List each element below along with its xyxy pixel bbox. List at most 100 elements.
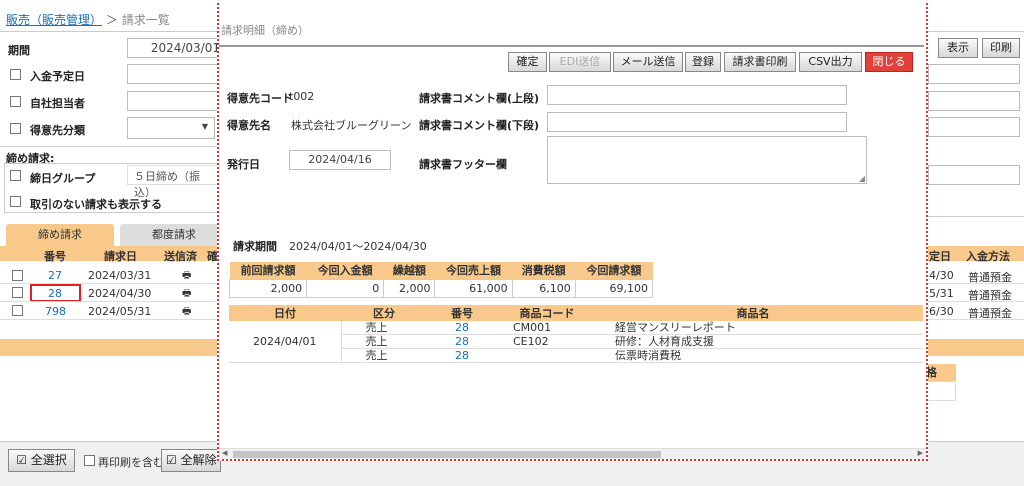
closing-group-checkbox[interactable]: [10, 170, 21, 181]
detail-header-row: 日付 区分 番号 商品コード 商品名: [229, 305, 923, 321]
right-input-3[interactable]: [928, 117, 1020, 137]
summary-header: 消費税額: [512, 262, 576, 279]
summary-value: 6,100: [511, 278, 576, 298]
detail-code: CE102: [497, 334, 597, 349]
customer-name-label: 得意先名: [227, 119, 271, 132]
row-date: 2024/05/31: [88, 305, 152, 318]
customer-class-select[interactable]: ▼: [127, 117, 215, 139]
billing-period-value: 2024/04/01～2024/04/30: [289, 240, 427, 253]
detail-code: [497, 348, 597, 363]
breadcrumb-link-sales[interactable]: 販売（販売管理）: [6, 13, 102, 27]
staff-checkbox[interactable]: [10, 96, 21, 107]
payment-due-input[interactable]: [127, 64, 227, 84]
detail-header-extra: [909, 305, 923, 321]
deselect-all-button[interactable]: ☑ 全解除: [161, 449, 221, 472]
select-all-label: 全選択: [30, 453, 67, 467]
row-checkbox[interactable]: [12, 287, 23, 298]
print-button[interactable]: 印刷: [982, 38, 1020, 58]
detail-number-link[interactable]: 28: [455, 321, 469, 334]
table-row[interactable]: 2024/04/01 売上 28 CM001 経営マンスリーレポート: [229, 321, 923, 363]
period-start-input[interactable]: 2024/03/01: [127, 38, 227, 58]
select-all-button[interactable]: ☑ 全選択: [8, 449, 75, 472]
show-no-trans-checkbox[interactable]: [10, 196, 21, 207]
checkbox-icon: ☑: [166, 453, 177, 467]
detail-date: 2024/04/01: [229, 321, 342, 363]
comment-bottom-input[interactable]: [547, 112, 847, 132]
detail-kind: 売上: [341, 321, 427, 335]
summary-header: 今回入金額: [306, 262, 384, 279]
comment-top-input[interactable]: [547, 85, 847, 105]
row-checkbox[interactable]: [12, 305, 23, 316]
footer-textarea[interactable]: ◢: [547, 136, 867, 184]
summary-value: 2,000: [228, 278, 308, 298]
payment-due-label: 入金予定日: [30, 70, 85, 83]
tab-closing[interactable]: 締め請求: [6, 224, 114, 246]
row-checkbox[interactable]: [12, 270, 23, 281]
deselect-all-label: 全解除: [180, 453, 217, 467]
print-invoice-button[interactable]: 請求書印刷: [724, 52, 796, 72]
summary-value: 61,000: [434, 278, 513, 298]
detail-number-link[interactable]: 28: [455, 349, 469, 362]
display-button[interactable]: 表示: [938, 38, 978, 58]
resize-handle-icon[interactable]: ◢: [859, 174, 865, 183]
closing-group-label: 締日グループ: [30, 172, 96, 185]
issue-date-label: 発行日: [227, 158, 260, 171]
closing-group-select[interactable]: ５日締め（振込）: [127, 165, 219, 199]
dialog-title: 請求明細（締め）: [221, 24, 309, 37]
comment-bottom-label: 請求書コメント欄(下段): [419, 119, 540, 132]
summary-header: 今回請求額: [575, 262, 653, 279]
horizontal-scrollbar[interactable]: ◀ ▶: [219, 448, 926, 459]
customer-class-checkbox[interactable]: [10, 123, 21, 134]
summary-value: 69,100: [574, 278, 654, 298]
row-number-link[interactable]: 27: [48, 269, 62, 282]
period-label: 期間: [8, 44, 30, 57]
mail-send-button[interactable]: メール送信: [613, 52, 683, 72]
customer-code-value: t002: [289, 90, 315, 103]
chevron-down-icon: ▼: [201, 122, 208, 131]
summary-header: 今回売上額: [434, 262, 513, 279]
scrollbar-thumb[interactable]: [233, 451, 661, 458]
detail-header-kind: 区分: [341, 305, 427, 321]
detail-extra: [909, 348, 923, 363]
detail-name: 研修：人材育成支援: [597, 334, 909, 349]
staff-label: 自社担当者: [30, 97, 85, 110]
summary-value: 0: [306, 278, 385, 298]
tab-department[interactable]: 都度請求: [120, 224, 228, 246]
show-no-trans-label: 取引のない請求も表示する: [30, 198, 162, 211]
right-input-1[interactable]: [928, 64, 1020, 84]
col-header-due: 定日: [929, 250, 951, 263]
breadcrumb-current: 請求一覧: [121, 13, 170, 27]
col-header-date: 請求日: [104, 250, 137, 263]
right-input-4[interactable]: [928, 165, 1020, 185]
customer-class-label: 得意先分類: [30, 124, 85, 137]
close-button[interactable]: 閉じる: [865, 52, 913, 72]
detail-header-no: 番号: [427, 305, 497, 321]
summary-table: 前回請求額 今回入金額 繰越額 今回売上額 消費税額 今回請求額 2,000 0…: [228, 262, 654, 298]
register-button[interactable]: 登録: [685, 52, 721, 72]
right-input-2[interactable]: [928, 91, 1020, 111]
issue-date-input[interactable]: 2024/04/16: [289, 150, 391, 170]
include-reprint-checkbox[interactable]: [84, 455, 95, 466]
col-header-no: 番号: [44, 250, 66, 263]
payment-due-checkbox[interactable]: [10, 69, 21, 80]
detail-extra: [909, 321, 923, 335]
detail-name: 伝票時消費税: [597, 348, 909, 363]
detail-extra: [909, 334, 923, 349]
row-number-link[interactable]: 798: [45, 305, 66, 318]
detail-number-link[interactable]: 28: [455, 335, 469, 348]
invoice-detail-dialog: 請求明細（締め） 確定 EDI送信 メール送信 登録 請求書印刷 CSV出力 閉…: [217, 0, 928, 461]
row-number-link[interactable]: 28: [48, 287, 62, 300]
comment-top-label: 請求書コメント欄(上段): [419, 92, 540, 105]
confirm-button[interactable]: 確定: [508, 52, 547, 72]
breadcrumb: 販売（販売管理） ＞ 請求一覧: [6, 11, 170, 28]
scroll-left-icon[interactable]: ◀: [222, 449, 227, 457]
customer-name-value: 株式会社ブルーグリーン: [291, 119, 412, 132]
edi-send-button[interactable]: EDI送信: [549, 52, 611, 72]
billing-period-label: 請求期間: [233, 240, 277, 253]
scroll-right-icon[interactable]: ▶: [918, 449, 923, 457]
row-due: 5/31: [929, 287, 954, 300]
footer-label: 請求書フッター欄: [419, 158, 507, 171]
csv-export-button[interactable]: CSV出力: [799, 52, 862, 72]
dialog-title-divider: [219, 45, 924, 47]
staff-input[interactable]: [127, 91, 227, 111]
